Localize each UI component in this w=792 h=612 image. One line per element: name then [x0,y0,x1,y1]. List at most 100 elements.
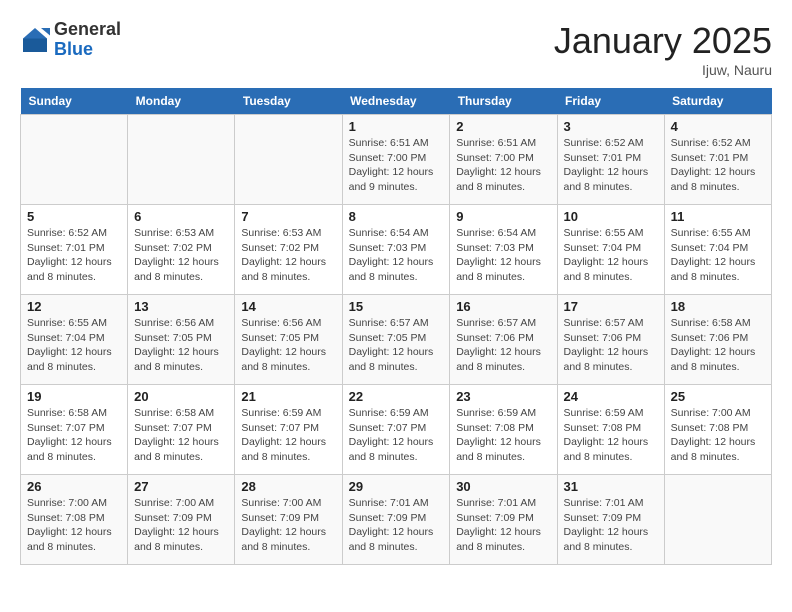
day-info: Sunrise: 6:54 AM Sunset: 7:03 PM Dayligh… [456,226,550,285]
title-block: January 2025 Ijuw, Nauru [554,20,772,78]
day-info: Sunrise: 6:59 AM Sunset: 7:08 PM Dayligh… [564,406,658,465]
day-info: Sunrise: 6:55 AM Sunset: 7:04 PM Dayligh… [27,316,121,375]
day-number: 4 [671,119,765,134]
month-title: January 2025 [554,20,772,62]
calendar-cell: 13 Sunrise: 6:56 AM Sunset: 7:05 PM Dayli… [128,295,235,385]
day-info: Sunrise: 6:57 AM Sunset: 7:06 PM Dayligh… [564,316,658,375]
day-number: 22 [349,389,444,404]
calendar-week-row: 12 Sunrise: 6:55 AM Sunset: 7:04 PM Dayli… [21,295,772,385]
calendar-cell: 27Sunrise: 7:00 AM Sunset: 7:09 PM Dayli… [128,475,235,565]
calendar-cell: 31Sunrise: 7:01 AM Sunset: 7:09 PM Dayli… [557,475,664,565]
day-number: 25 [671,389,765,404]
day-number: 13 [134,299,228,314]
day-number: 2 [456,119,550,134]
day-info: Sunrise: 6:55 AM Sunset: 7:04 PM Dayligh… [671,226,765,285]
calendar-cell: 8 Sunrise: 6:54 AM Sunset: 7:03 PM Daylig… [342,205,450,295]
calendar-cell [664,475,771,565]
day-number: 26 [27,479,121,494]
day-info: Sunrise: 6:58 AM Sunset: 7:07 PM Dayligh… [27,406,121,465]
day-info: Sunrise: 6:56 AM Sunset: 7:05 PM Dayligh… [241,316,335,375]
day-info: Sunrise: 6:51 AM Sunset: 7:00 PM Dayligh… [349,136,444,195]
location: Ijuw, Nauru [554,62,772,78]
calendar-cell: 19 Sunrise: 6:58 AM Sunset: 7:07 PM Dayli… [21,385,128,475]
day-number: 9 [456,209,550,224]
day-info: Sunrise: 6:54 AM Sunset: 7:03 PM Dayligh… [349,226,444,285]
calendar-cell: 28 Sunrise: 7:00 AM Sunset: 7:09 PM Dayli… [235,475,342,565]
day-of-week-header: Wednesday [342,88,450,115]
day-number: 20 [134,389,228,404]
logo-blue-text: Blue [54,39,93,59]
calendar-cell: 30Sunrise: 7:01 AM Sunset: 7:09 PM Dayli… [450,475,557,565]
calendar-header-row: SundayMondayTuesdayWednesdayThursdayFrid… [21,88,772,115]
day-number: 17 [564,299,658,314]
calendar-cell: 29 Sunrise: 7:01 AM Sunset: 7:09 PM Dayli… [342,475,450,565]
calendar-week-row: 19 Sunrise: 6:58 AM Sunset: 7:07 PM Dayli… [21,385,772,475]
day-number: 1 [349,119,444,134]
day-of-week-header: Tuesday [235,88,342,115]
day-number: 11 [671,209,765,224]
day-number: 14 [241,299,335,314]
day-number: 21 [241,389,335,404]
calendar-cell: 24Sunrise: 6:59 AM Sunset: 7:08 PM Dayli… [557,385,664,475]
day-info: Sunrise: 6:51 AM Sunset: 7:00 PM Dayligh… [456,136,550,195]
calendar-cell: 12 Sunrise: 6:55 AM Sunset: 7:04 PM Dayli… [21,295,128,385]
day-info: Sunrise: 7:00 AM Sunset: 7:08 PM Dayligh… [671,406,765,465]
calendar-cell: 1 Sunrise: 6:51 AM Sunset: 7:00 PM Daylig… [342,115,450,205]
calendar-week-row: 1 Sunrise: 6:51 AM Sunset: 7:00 PM Daylig… [21,115,772,205]
day-number: 10 [564,209,658,224]
page-header: General Blue January 2025 Ijuw, Nauru [20,20,772,78]
day-of-week-header: Sunday [21,88,128,115]
calendar-week-row: 26 Sunrise: 7:00 AM Sunset: 7:08 PM Dayli… [21,475,772,565]
calendar-cell: 11 Sunrise: 6:55 AM Sunset: 7:04 PM Dayli… [664,205,771,295]
day-info: Sunrise: 6:57 AM Sunset: 7:06 PM Dayligh… [456,316,550,375]
day-number: 5 [27,209,121,224]
calendar-cell: 4 Sunrise: 6:52 AM Sunset: 7:01 PM Daylig… [664,115,771,205]
day-info: Sunrise: 7:00 AM Sunset: 7:08 PM Dayligh… [27,496,121,555]
day-number: 12 [27,299,121,314]
day-number: 28 [241,479,335,494]
day-of-week-header: Monday [128,88,235,115]
day-info: Sunrise: 6:59 AM Sunset: 7:08 PM Dayligh… [456,406,550,465]
calendar-cell: 15Sunrise: 6:57 AM Sunset: 7:05 PM Dayli… [342,295,450,385]
day-info: Sunrise: 7:00 AM Sunset: 7:09 PM Dayligh… [241,496,335,555]
day-number: 18 [671,299,765,314]
calendar-cell [21,115,128,205]
day-number: 19 [27,389,121,404]
day-info: Sunrise: 6:53 AM Sunset: 7:02 PM Dayligh… [134,226,228,285]
calendar-cell: 17 Sunrise: 6:57 AM Sunset: 7:06 PM Dayli… [557,295,664,385]
day-number: 16 [456,299,550,314]
day-number: 6 [134,209,228,224]
calendar-cell: 10 Sunrise: 6:55 AM Sunset: 7:04 PM Dayli… [557,205,664,295]
logo-icon [20,25,50,55]
day-number: 3 [564,119,658,134]
day-number: 8 [349,209,444,224]
calendar-cell: 18 Sunrise: 6:58 AM Sunset: 7:06 PM Dayli… [664,295,771,385]
calendar-cell: 26 Sunrise: 7:00 AM Sunset: 7:08 PM Dayli… [21,475,128,565]
calendar-cell: 9 Sunrise: 6:54 AM Sunset: 7:03 PM Daylig… [450,205,557,295]
calendar-cell: 20 Sunrise: 6:58 AM Sunset: 7:07 PM Dayli… [128,385,235,475]
calendar-cell: 23Sunrise: 6:59 AM Sunset: 7:08 PM Dayli… [450,385,557,475]
calendar-cell: 3 Sunrise: 6:52 AM Sunset: 7:01 PM Daylig… [557,115,664,205]
day-info: Sunrise: 6:52 AM Sunset: 7:01 PM Dayligh… [564,136,658,195]
calendar-cell [128,115,235,205]
calendar-cell: 21Sunrise: 6:59 AM Sunset: 7:07 PM Dayli… [235,385,342,475]
calendar-cell: 22Sunrise: 6:59 AM Sunset: 7:07 PM Dayli… [342,385,450,475]
calendar-cell: 6 Sunrise: 6:53 AM Sunset: 7:02 PM Daylig… [128,205,235,295]
calendar-cell: 7Sunrise: 6:53 AM Sunset: 7:02 PM Daylig… [235,205,342,295]
day-info: Sunrise: 7:00 AM Sunset: 7:09 PM Dayligh… [134,496,228,555]
calendar-cell [235,115,342,205]
day-info: Sunrise: 7:01 AM Sunset: 7:09 PM Dayligh… [349,496,444,555]
day-info: Sunrise: 6:53 AM Sunset: 7:02 PM Dayligh… [241,226,335,285]
day-of-week-header: Saturday [664,88,771,115]
day-info: Sunrise: 6:58 AM Sunset: 7:06 PM Dayligh… [671,316,765,375]
day-info: Sunrise: 6:52 AM Sunset: 7:01 PM Dayligh… [27,226,121,285]
logo-text: General Blue [54,20,121,60]
day-info: Sunrise: 6:52 AM Sunset: 7:01 PM Dayligh… [671,136,765,195]
calendar-cell: 5 Sunrise: 6:52 AM Sunset: 7:01 PM Daylig… [21,205,128,295]
day-info: Sunrise: 6:56 AM Sunset: 7:05 PM Dayligh… [134,316,228,375]
day-of-week-header: Friday [557,88,664,115]
calendar-cell: 16 Sunrise: 6:57 AM Sunset: 7:06 PM Dayli… [450,295,557,385]
day-number: 29 [349,479,444,494]
day-info: Sunrise: 6:58 AM Sunset: 7:07 PM Dayligh… [134,406,228,465]
day-info: Sunrise: 6:55 AM Sunset: 7:04 PM Dayligh… [564,226,658,285]
